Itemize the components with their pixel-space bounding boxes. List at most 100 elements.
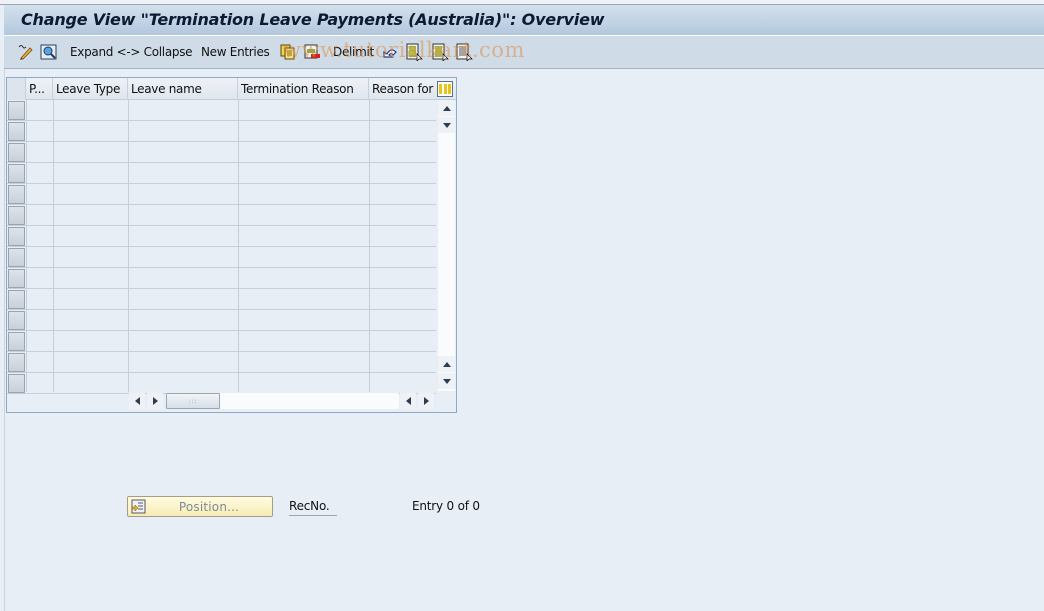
column-header-reason-for[interactable]: Reason for a xyxy=(369,78,436,100)
table-cell-p[interactable] xyxy=(26,205,53,225)
row-selector[interactable] xyxy=(8,227,25,246)
table-cell-p[interactable] xyxy=(26,331,53,351)
row-selector[interactable] xyxy=(8,122,25,141)
table-cell-reason-for[interactable] xyxy=(369,352,436,372)
table-cell-termination-reason[interactable] xyxy=(238,163,369,183)
table-cell-p[interactable] xyxy=(26,163,53,183)
table-cell-termination-reason[interactable] xyxy=(238,331,369,351)
table-cell-termination-reason[interactable] xyxy=(238,226,369,246)
select-block-button[interactable] xyxy=(431,36,449,68)
table-cell-termination-reason[interactable] xyxy=(238,184,369,204)
deselect-all-button[interactable] xyxy=(455,36,473,68)
table-cell-leave-name[interactable] xyxy=(128,184,238,204)
scroll-right-end-button[interactable] xyxy=(418,393,434,409)
row-selector[interactable] xyxy=(8,101,25,120)
table-cell-leave-type[interactable] xyxy=(53,205,128,225)
delimit-button[interactable]: Delimit xyxy=(333,36,374,68)
scroll-down-button[interactable] xyxy=(438,117,455,133)
table-cell-leave-type[interactable] xyxy=(53,331,128,351)
select-all-rows-corner[interactable] xyxy=(7,78,26,100)
horizontal-scrollbar[interactable]: ::: xyxy=(7,392,456,410)
row-selector[interactable] xyxy=(8,248,25,267)
table-cell-leave-type[interactable] xyxy=(53,226,128,246)
table-cell-termination-reason[interactable] xyxy=(238,142,369,162)
table-cell-reason-for[interactable] xyxy=(369,121,436,141)
table-cell-leave-type[interactable] xyxy=(53,268,128,288)
table-cell-reason-for[interactable] xyxy=(369,100,436,120)
row-selector[interactable] xyxy=(8,143,25,162)
table-cell-leave-name[interactable] xyxy=(128,268,238,288)
table-cell-leave-name[interactable] xyxy=(128,226,238,246)
table-cell-leave-name[interactable] xyxy=(128,331,238,351)
table-cell-leave-type[interactable] xyxy=(53,310,128,330)
table-cell-leave-name[interactable] xyxy=(128,373,238,393)
column-header-p[interactable]: P... xyxy=(26,78,53,100)
column-header-leave-name[interactable]: Leave name xyxy=(128,78,238,100)
table-cell-termination-reason[interactable] xyxy=(238,373,369,393)
column-header-termination-reason[interactable]: Termination Reason xyxy=(238,78,369,100)
horizontal-scroll-track[interactable]: ::: xyxy=(166,393,399,409)
select-all-button[interactable] xyxy=(405,36,423,68)
scroll-up-button[interactable] xyxy=(438,100,455,116)
table-cell-reason-for[interactable] xyxy=(369,373,436,393)
table-cell-leave-name[interactable] xyxy=(128,289,238,309)
table-cell-leave-name[interactable] xyxy=(128,100,238,120)
table-cell-reason-for[interactable] xyxy=(369,268,436,288)
new-entries-button[interactable]: New Entries xyxy=(201,36,270,68)
table-cell-p[interactable] xyxy=(26,121,53,141)
scroll-right-button[interactable] xyxy=(147,393,163,409)
table-cell-termination-reason[interactable] xyxy=(238,100,369,120)
table-cell-reason-for[interactable] xyxy=(369,205,436,225)
table-cell-reason-for[interactable] xyxy=(369,184,436,204)
table-cell-reason-for[interactable] xyxy=(369,142,436,162)
scroll-left-end-button[interactable] xyxy=(400,393,416,409)
table-cell-reason-for[interactable] xyxy=(369,163,436,183)
undo-change-button[interactable] xyxy=(381,36,399,68)
table-cell-leave-type[interactable] xyxy=(53,289,128,309)
table-cell-p[interactable] xyxy=(26,226,53,246)
vertical-scrollbar[interactable] xyxy=(438,100,455,391)
table-settings-icon[interactable] xyxy=(437,81,453,97)
table-cell-p[interactable] xyxy=(26,289,53,309)
table-cell-reason-for[interactable] xyxy=(369,226,436,246)
position-button[interactable]: Position... xyxy=(127,496,273,517)
table-cell-p[interactable] xyxy=(26,352,53,372)
table-cell-p[interactable] xyxy=(26,310,53,330)
display-change-button[interactable] xyxy=(16,36,34,68)
row-selector[interactable] xyxy=(8,332,25,351)
horizontal-scroll-thumb[interactable]: ::: xyxy=(166,393,220,409)
table-cell-termination-reason[interactable] xyxy=(238,205,369,225)
table-cell-leave-type[interactable] xyxy=(53,100,128,120)
scroll-left-button[interactable] xyxy=(129,393,145,409)
table-cell-termination-reason[interactable] xyxy=(238,352,369,372)
table-cell-reason-for[interactable] xyxy=(369,289,436,309)
row-selector[interactable] xyxy=(8,290,25,309)
table-cell-leave-name[interactable] xyxy=(128,163,238,183)
table-cell-p[interactable] xyxy=(26,142,53,162)
column-header-leave-type[interactable]: Leave Type xyxy=(53,78,128,100)
row-selector[interactable] xyxy=(8,164,25,183)
row-selector[interactable] xyxy=(8,269,25,288)
find-button[interactable] xyxy=(40,36,58,68)
table-cell-leave-type[interactable] xyxy=(53,121,128,141)
delete-button[interactable] xyxy=(303,36,321,68)
table-cell-termination-reason[interactable] xyxy=(238,268,369,288)
table-cell-leave-type[interactable] xyxy=(53,247,128,267)
page-up-button[interactable] xyxy=(438,356,455,372)
table-cell-reason-for[interactable] xyxy=(369,331,436,351)
table-cell-leave-name[interactable] xyxy=(128,352,238,372)
table-cell-termination-reason[interactable] xyxy=(238,310,369,330)
table-cell-termination-reason[interactable] xyxy=(238,121,369,141)
table-cell-leave-type[interactable] xyxy=(53,373,128,393)
table-cell-leave-type[interactable] xyxy=(53,142,128,162)
row-selector[interactable] xyxy=(8,206,25,225)
table-cell-termination-reason[interactable] xyxy=(238,289,369,309)
table-cell-leave-type[interactable] xyxy=(53,184,128,204)
table-cell-leave-type[interactable] xyxy=(53,163,128,183)
copy-as-button[interactable] xyxy=(279,36,297,68)
table-cell-p[interactable] xyxy=(26,247,53,267)
table-cell-leave-name[interactable] xyxy=(128,310,238,330)
row-selector[interactable] xyxy=(8,311,25,330)
page-down-button[interactable] xyxy=(438,373,455,389)
row-selector[interactable] xyxy=(8,374,25,393)
